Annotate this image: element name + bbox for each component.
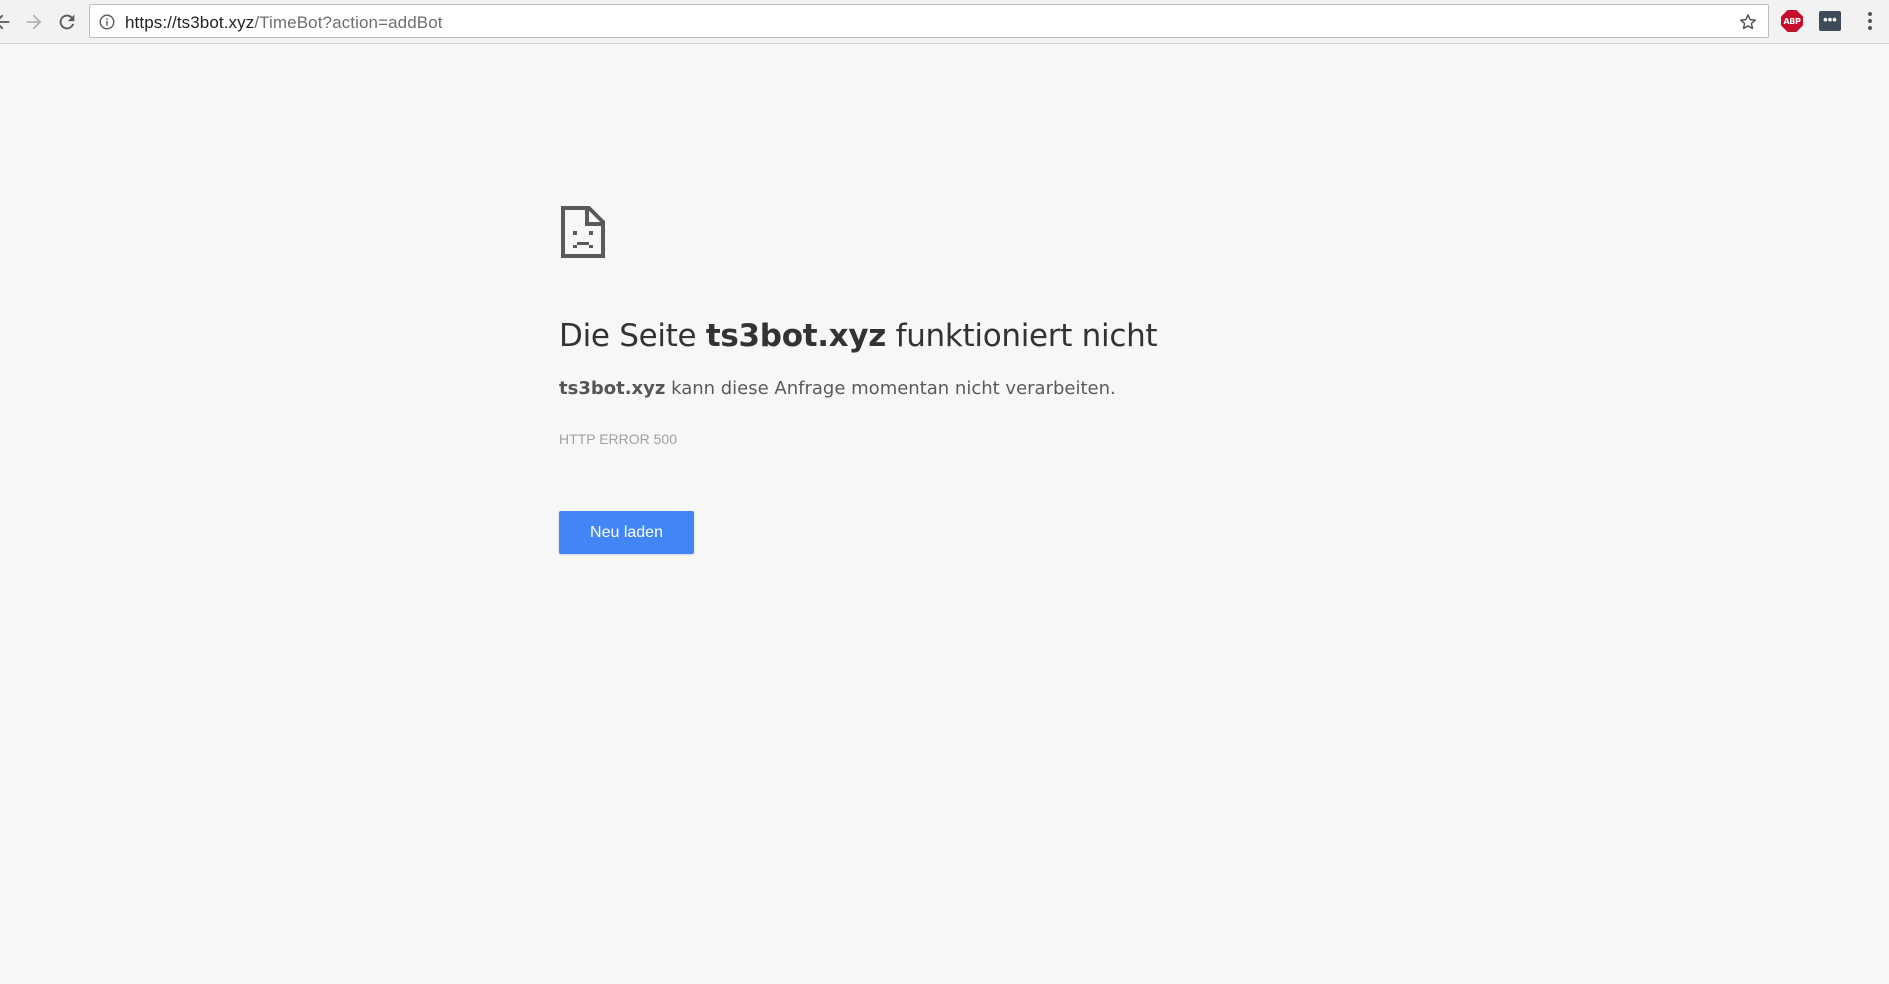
star-icon[interactable] [1738,12,1758,32]
kebab-menu-icon [1868,12,1872,30]
url-text[interactable]: https://ts3bot.xyz/TimeBot?action=addBot [125,13,443,33]
title-suffix: funktioniert nicht [886,318,1158,354]
info-icon[interactable] [98,13,116,31]
title-host: ts3bot.xyz [705,318,887,354]
error-code: HTTP ERROR 500 [559,431,677,447]
adblock-extension-button[interactable]: ABP [1780,9,1804,33]
adblock-icon: ABP [1781,10,1803,32]
reload-icon [59,14,75,30]
browser-menu-button[interactable] [1858,9,1882,33]
url-host: https://ts3bot.xyz [125,13,255,32]
error-content: Die Seite ts3bot.xyz funktioniert nicht … [559,204,1319,554]
reload-page-button[interactable] [51,6,83,38]
title-prefix: Die Seite [559,318,706,354]
error-description: ts3bot.xyz kann diese Anfrage momentan n… [559,378,1319,399]
browser-toolbar: https://ts3bot.xyz/TimeBot?action=addBot… [0,0,1889,44]
address-bar[interactable]: https://ts3bot.xyz/TimeBot?action=addBot [89,4,1769,38]
back-button[interactable] [0,6,18,38]
description-text: kann diese Anfrage momentan nicht verarb… [665,378,1116,399]
arrow-left-icon [0,14,10,30]
extension-button[interactable]: ••• [1818,9,1842,33]
page-title: Die Seite ts3bot.xyz funktioniert nicht [559,318,1319,354]
reload-button[interactable]: Neu laden [559,511,694,554]
forward-button[interactable] [18,6,50,38]
url-path: /TimeBot?action=addBot [254,13,443,32]
extension-icon: ••• [1819,11,1841,31]
description-host: ts3bot.xyz [559,378,666,399]
arrow-right-icon [26,14,42,30]
sad-page-icon [561,206,605,258]
